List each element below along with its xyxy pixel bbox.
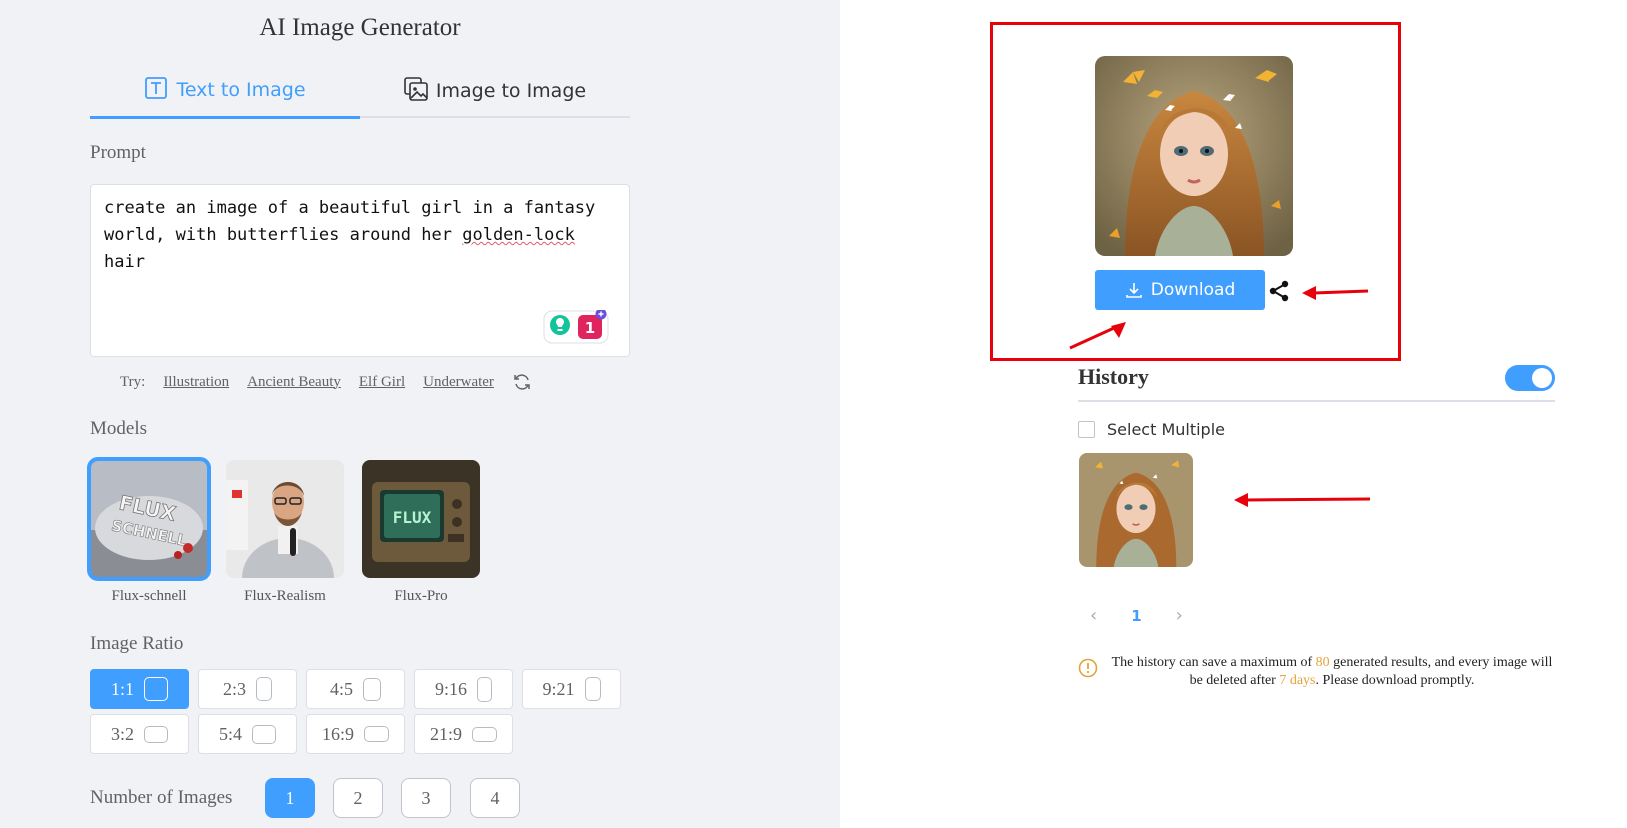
ratio-shape-icon [256,677,272,701]
notice-text: The history can save a maximum of [1111,655,1316,670]
models-label: Models [90,418,147,439]
history-notice: The history can save a maximum of 80 gen… [1078,654,1558,690]
prompt-text: hair [104,252,145,272]
ratio-label-text: 2:3 [222,678,246,699]
share-icon[interactable] [1267,279,1291,303]
suggestion-underwater[interactable]: Underwater [423,374,494,391]
page-number[interactable]: 1 [1131,607,1141,625]
ratio-label-text: 16:9 [321,723,354,744]
ratio-21-9[interactable]: 21:9 [414,714,513,754]
ratio-label-text: 9:21 [542,678,575,699]
next-page-icon[interactable]: › [1176,605,1183,626]
suggestion-ancient-beauty[interactable]: Ancient Beauty [247,374,341,391]
grammarly-widget[interactable]: 1 [543,308,609,344]
model-flux-pro[interactable]: FLUX [362,460,480,578]
page-title: AI Image Generator [259,14,461,41]
ratio-9-16[interactable]: 9:16 [414,669,513,709]
count-1-button[interactable]: 1 [265,778,315,818]
text-icon [144,76,168,105]
model-flux-schnell[interactable]: FLUX SCHNELL [87,457,211,581]
prompt-label: Prompt [90,142,146,163]
ratio-label-text: 5:4 [218,723,242,744]
notice-text: . Please download promptly. [1315,673,1475,688]
try-label: Try: [120,373,146,390]
ratio-3-2[interactable]: 3:2 [90,714,189,754]
suggestion-illustration[interactable]: Illustration [163,374,229,391]
model-name: Flux-Pro [394,588,448,604]
ratio-4-5[interactable]: 4:5 [306,669,405,709]
ratio-shape-icon [144,677,168,701]
misspelled-word[interactable]: golden-lock [462,225,575,245]
suggestion-elf-girl[interactable]: Elf Girl [359,374,405,391]
try-suggestions: Try: Illustration Ancient Beauty Elf Gir… [120,372,532,392]
ratio-label: Image Ratio [90,633,184,654]
tab-label: Text to Image [176,79,306,101]
download-icon [1125,283,1142,298]
count-2-button[interactable]: 2 [333,778,383,818]
refresh-icon[interactable] [512,372,532,392]
prompt-line-2: world, with butterflies around her golde… [104,222,616,276]
ratio-16-9[interactable]: 16:9 [306,714,405,754]
history-title: History [1078,364,1149,389]
generated-image[interactable] [1095,56,1293,256]
generator-panel: AI Image Generator Text to Image Image t… [0,0,840,828]
prev-page-icon[interactable]: ‹ [1090,605,1097,626]
notice-max: 80 [1315,655,1330,670]
prompt-text: world, with butterflies around her [104,225,463,245]
ratio-label-text: 4:5 [329,678,353,699]
history-item-thumbnail[interactable] [1079,453,1193,567]
ratio-shape-icon [364,726,389,742]
ratio-label-text: 1:1 [110,678,134,699]
tab-image-to-image[interactable]: Image to Image [360,64,630,118]
model-flux-realism[interactable] [226,460,344,578]
ratio-5-4[interactable]: 5:4 [198,714,297,754]
ratio-shape-icon [144,725,168,743]
grammarly-count: 1 [585,319,595,337]
ratio-2-3[interactable]: 2:3 [198,669,297,709]
select-multiple-checkbox[interactable] [1078,421,1095,438]
model-name: Flux-schnell [111,588,187,604]
model-name: Flux-Realism [244,588,326,604]
ratio-shape-icon [472,726,497,742]
ratio-shape-icon [363,677,381,701]
notice-days: 7 days [1279,673,1316,688]
ratio-label-text: 21:9 [429,723,462,744]
ratio-label-text: 9:16 [434,678,467,699]
count-3-button[interactable]: 3 [401,778,451,818]
history-divider [1078,400,1555,402]
thumb-text: FLUX [393,508,432,527]
ratio-1-1[interactable]: 1:1 [90,669,189,709]
tab-label: Image to Image [435,80,587,102]
count-4-button[interactable]: 4 [470,778,520,818]
history-toggle[interactable] [1505,365,1555,391]
select-multiple-label[interactable]: Select Multiple [1107,420,1225,439]
ratio-label-text: 3:2 [110,723,134,744]
mode-tabs: Text to Image Image to Image [90,64,630,119]
ratio-9-21[interactable]: 9:21 [522,669,621,709]
download-label: Download [1150,280,1236,300]
tab-text-to-image[interactable]: Text to Image [90,64,360,119]
image-icon [404,76,428,106]
download-button[interactable]: Download [1095,270,1265,310]
ratio-shape-icon [477,676,492,702]
select-multiple: Select Multiple [1078,420,1225,439]
pagination: ‹ 1 › [1090,605,1183,626]
count-label: Number of Images [90,787,233,808]
prompt-line-1: create an image of a beautiful girl in a… [104,198,596,218]
ratio-shape-icon [252,724,276,744]
ratio-shape-icon [584,677,601,701]
